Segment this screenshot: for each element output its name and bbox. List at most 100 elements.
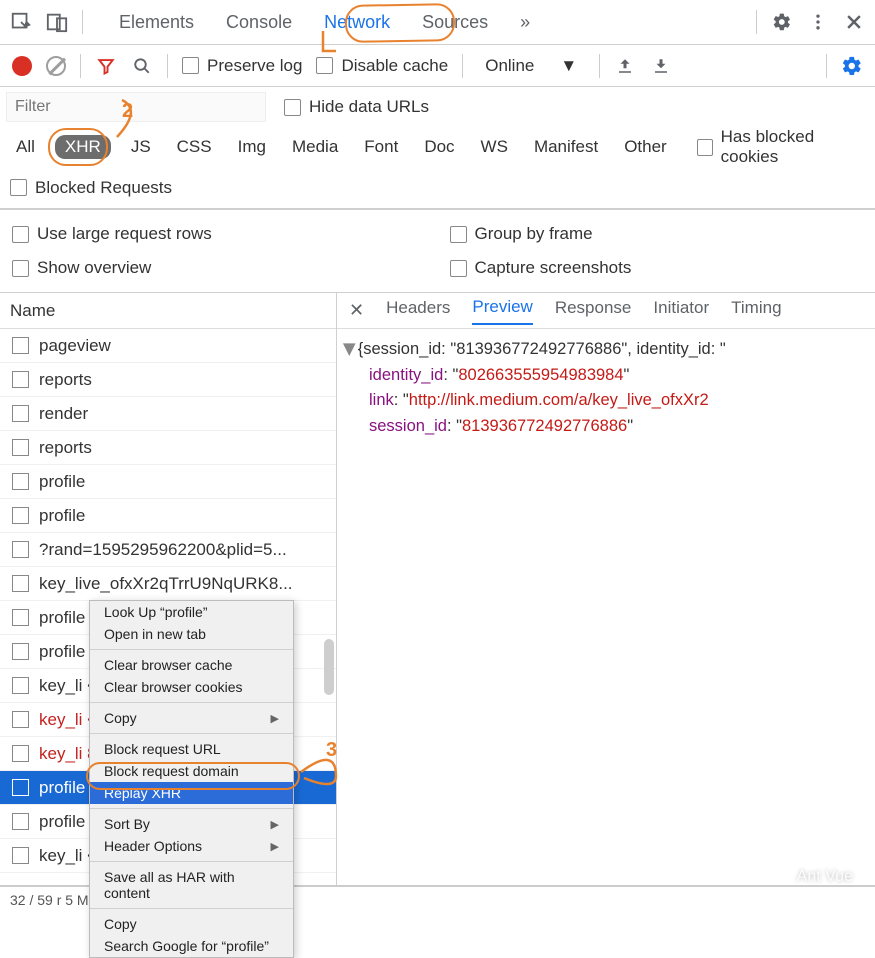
type-manifest[interactable]: Manifest (528, 135, 604, 159)
type-ws[interactable]: WS (475, 135, 514, 159)
menu-item-label: Open in new tab (104, 626, 206, 642)
has-blocked-cookies-check[interactable]: Has blocked cookies (697, 127, 865, 167)
detail-tab-preview[interactable]: Preview (472, 297, 532, 325)
request-row-reports2[interactable]: reports (0, 431, 336, 465)
menu-item-block-request-url[interactable]: Block request URL (90, 738, 293, 760)
checkbox-icon[interactable] (450, 260, 467, 277)
divider (756, 10, 757, 34)
json-val-session: 813936772492776886 (462, 417, 627, 435)
checkbox-icon[interactable] (12, 260, 29, 277)
detail-tab-timing[interactable]: Timing (731, 298, 781, 324)
type-other[interactable]: Other (618, 135, 673, 159)
settings-icon[interactable] (771, 11, 793, 33)
type-css[interactable]: CSS (171, 135, 218, 159)
record-button[interactable] (12, 56, 32, 76)
checkbox-icon[interactable] (316, 57, 333, 74)
scrollbar[interactable] (324, 639, 334, 695)
request-row-rand[interactable]: ?rand=1595295962200&plid=5... (0, 533, 336, 567)
checkbox-icon[interactable] (284, 99, 301, 116)
watermark-text: Ant Vue (797, 868, 853, 886)
network-settings-icon[interactable] (841, 55, 863, 77)
type-media[interactable]: Media (286, 135, 344, 159)
checkbox-icon[interactable] (450, 226, 467, 243)
large-rows-check[interactable]: Use large request rows (12, 224, 438, 244)
preview-body: ▶{session_id: "813936772492776886", iden… (337, 329, 875, 447)
menu-item-look-up-profile[interactable]: Look Up “profile” (90, 601, 293, 623)
menu-item-search-google-for-profile[interactable]: Search Google for “profile” (90, 935, 293, 957)
filter-toggle-icon[interactable] (95, 55, 117, 77)
disable-cache-check[interactable]: Disable cache (316, 56, 448, 76)
expand-toggle-icon[interactable]: ▶ (337, 343, 362, 356)
menu-item-replay-xhr[interactable]: Replay XHR (90, 782, 293, 804)
divider (167, 54, 168, 78)
request-label: profile (39, 608, 85, 628)
tab-network[interactable]: Network (322, 2, 392, 43)
json-key-link: link (369, 391, 394, 409)
group-frame-check[interactable]: Group by frame (450, 224, 875, 244)
capture-ss-check[interactable]: Capture screenshots (450, 258, 875, 278)
close-detail-icon[interactable]: ✕ (349, 300, 364, 321)
checkbox-icon[interactable] (697, 139, 713, 156)
checkbox-icon[interactable] (12, 226, 29, 243)
blocked-requests-check[interactable]: Blocked Requests (10, 178, 172, 198)
request-row-reports1[interactable]: reports (0, 363, 336, 397)
search-icon[interactable] (131, 55, 153, 77)
menu-item-header-options[interactable]: Header Options▶ (90, 835, 293, 857)
menu-item-copy[interactable]: Copy▶ (90, 707, 293, 729)
menu-item-save-all-as-har-with-content[interactable]: Save all as HAR with content (90, 866, 293, 904)
filter-input[interactable] (6, 92, 266, 122)
close-icon[interactable] (843, 11, 865, 33)
inspect-icon[interactable] (10, 11, 32, 33)
json-val-link: http://link.medium.com/a/key_live_ofxXr2 (409, 391, 709, 409)
hide-data-urls-check[interactable]: Hide data URLs (284, 97, 429, 117)
download-har-icon[interactable] (650, 55, 672, 77)
json-key-session: session_id (369, 417, 447, 435)
show-overview-check[interactable]: Show overview (12, 258, 438, 278)
menu-item-block-request-domain[interactable]: Block request domain (90, 760, 293, 782)
request-row-profile1[interactable]: profile (0, 465, 336, 499)
menu-item-clear-browser-cache[interactable]: Clear browser cache (90, 654, 293, 676)
file-icon (12, 473, 29, 490)
watermark-icon (765, 869, 791, 885)
request-row-key1[interactable]: key_live_ofxXr2qTrrU9NqURK8... (0, 567, 336, 601)
request-row-pageview[interactable]: pageview (0, 329, 336, 363)
tab-more[interactable]: » (518, 2, 532, 43)
clear-button[interactable] (46, 56, 66, 76)
summary-identity-label: identity_id: (636, 340, 715, 358)
type-all[interactable]: All (10, 135, 41, 159)
tab-elements[interactable]: Elements (117, 2, 196, 43)
request-row-render[interactable]: render (0, 397, 336, 431)
kebab-menu-icon[interactable] (807, 11, 829, 33)
checkbox-icon[interactable] (10, 179, 27, 196)
request-label: profile (39, 506, 85, 526)
type-font[interactable]: Font (358, 135, 404, 159)
device-toolbar-icon[interactable] (46, 11, 68, 33)
menu-item-copy[interactable]: Copy (90, 913, 293, 935)
request-row-profile2[interactable]: profile (0, 499, 336, 533)
file-icon (12, 677, 29, 694)
column-name-header[interactable]: Name (0, 293, 336, 329)
throttling-select[interactable]: Online ▼ (477, 56, 585, 76)
upload-har-icon[interactable] (614, 55, 636, 77)
type-doc[interactable]: Doc (418, 135, 460, 159)
menu-item-open-in-new-tab[interactable]: Open in new tab (90, 623, 293, 645)
submenu-arrow-icon: ▶ (271, 712, 279, 725)
file-icon (12, 439, 29, 456)
file-icon (12, 507, 29, 524)
context-menu: Look Up “profile” Open in new tab Clear br… (89, 600, 294, 958)
menu-item-clear-browser-cookies[interactable]: Clear browser cookies (90, 676, 293, 698)
preserve-log-check[interactable]: Preserve log (182, 56, 302, 76)
detail-tab-response[interactable]: Response (555, 298, 632, 324)
type-xhr[interactable]: XHR (55, 135, 111, 159)
detail-tab-headers[interactable]: Headers (386, 298, 450, 324)
menu-item-sort-by[interactable]: Sort By▶ (90, 813, 293, 835)
checkbox-icon[interactable] (182, 57, 199, 74)
menu-item-label: Search Google for “profile” (104, 938, 269, 954)
detail-tab-initiator[interactable]: Initiator (653, 298, 709, 324)
type-js[interactable]: JS (125, 135, 157, 159)
tab-sources[interactable]: Sources (420, 2, 490, 43)
tab-console[interactable]: Console (224, 2, 294, 43)
large-rows-label: Use large request rows (37, 224, 212, 244)
show-overview-label: Show overview (37, 258, 151, 278)
type-img[interactable]: Img (232, 135, 272, 159)
